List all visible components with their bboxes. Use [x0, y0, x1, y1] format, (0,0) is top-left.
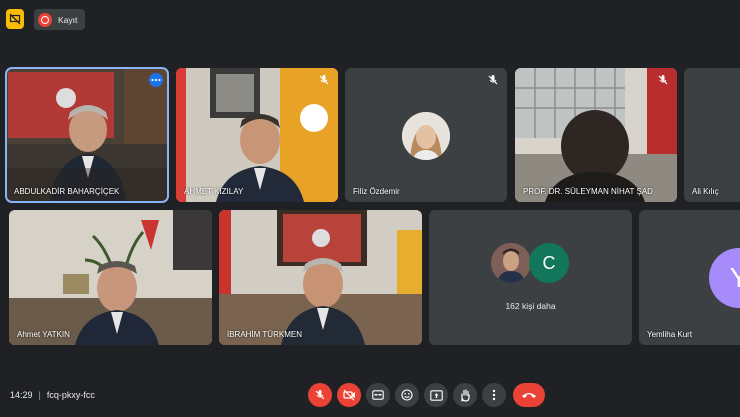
participant-name: Filiz Özdemir — [353, 187, 400, 196]
camera-toggle-button[interactable] — [337, 383, 361, 407]
participant-video — [9, 210, 212, 345]
avatar-letter: C — [542, 252, 556, 273]
recording-label: Kayıt — [58, 14, 78, 25]
present-screen-icon — [429, 389, 443, 401]
participant-name: AHMET KIZILAY — [184, 187, 244, 196]
more-options-icon[interactable] — [149, 73, 163, 87]
participant-name: ABDULKADİR BAHARÇİÇEK — [14, 187, 120, 196]
record-icon — [38, 12, 52, 27]
participant-tile-yemliha[interactable]: Y Yemliha Kurt — [639, 210, 740, 345]
meeting-info-separator: | — [38, 390, 41, 400]
participant-tile-ibrahim[interactable]: İBRAHİM TÜRKMEN — [219, 210, 422, 345]
camera-off-icon — [342, 389, 355, 401]
present-screen-button[interactable] — [424, 383, 448, 407]
others-tile[interactable]: C 162 kişi daha — [429, 210, 632, 345]
screen-share-off-icon[interactable] — [6, 9, 24, 29]
mic-off-icon — [319, 75, 329, 85]
leave-call-button[interactable] — [513, 383, 545, 407]
avatar: Y — [709, 248, 740, 308]
participant-tile-abdulkadir[interactable]: ABDULKADİR BAHARÇİÇEK — [5, 67, 169, 203]
participant-name: İBRAHİM TÜRKMEN — [227, 330, 302, 339]
participant-name: Ali Kılıç — [692, 187, 719, 196]
participant-name: Yemliha Kurt — [647, 330, 693, 339]
meeting-code: fcq-pkxy-fcc — [46, 390, 95, 400]
captions-icon — [372, 390, 384, 400]
participant-tile-suleyman[interactable]: PROF. DR. SÜLEYMAN NİHAT ŞAD — [515, 68, 677, 202]
mic-off-icon — [315, 390, 325, 400]
meeting-time: 14:29 — [10, 390, 33, 400]
top-bar: Kayıt — [0, 0, 740, 40]
participant-name: PROF. DR. SÜLEYMAN NİHAT ŞAD — [523, 187, 653, 196]
participant-video — [176, 68, 338, 202]
avatar: C — [529, 243, 569, 283]
meeting-info: 14:29 | fcq-pkxy-fcc — [10, 390, 95, 400]
participant-name: Ahmet YATKIN — [17, 330, 70, 339]
recording-indicator[interactable]: Kayıt — [34, 9, 86, 30]
avatar — [402, 112, 450, 160]
raise-hand-icon — [461, 388, 470, 402]
participant-tile-ahmet-yatkin[interactable]: Ahmet YATKIN — [9, 210, 212, 345]
hang-up-icon — [522, 393, 536, 398]
captions-button[interactable] — [366, 383, 390, 407]
participant-video — [6, 68, 168, 202]
participant-tile-filiz[interactable]: Filiz Özdemir — [345, 68, 507, 202]
control-bar: 14:29 | fcq-pkxy-fcc — [0, 382, 740, 408]
avatar-letter: Y — [729, 262, 740, 293]
raise-hand-button[interactable] — [453, 383, 477, 407]
participant-video — [515, 68, 677, 202]
more-vert-icon — [492, 389, 496, 401]
avatar — [491, 243, 531, 283]
mic-off-icon — [488, 75, 498, 85]
participant-tile-ahmet-kizilay[interactable]: AHMET KIZILAY — [176, 68, 338, 202]
emoji-icon — [401, 389, 413, 401]
mic-off-icon — [658, 75, 668, 85]
participant-tile-ali[interactable]: Ali Kılıç — [684, 68, 740, 202]
others-count-label: 162 kişi daha — [505, 301, 556, 311]
participant-video — [219, 210, 422, 345]
more-options-button[interactable] — [482, 383, 506, 407]
microphone-toggle-button[interactable] — [308, 383, 332, 407]
reactions-button[interactable] — [395, 383, 419, 407]
